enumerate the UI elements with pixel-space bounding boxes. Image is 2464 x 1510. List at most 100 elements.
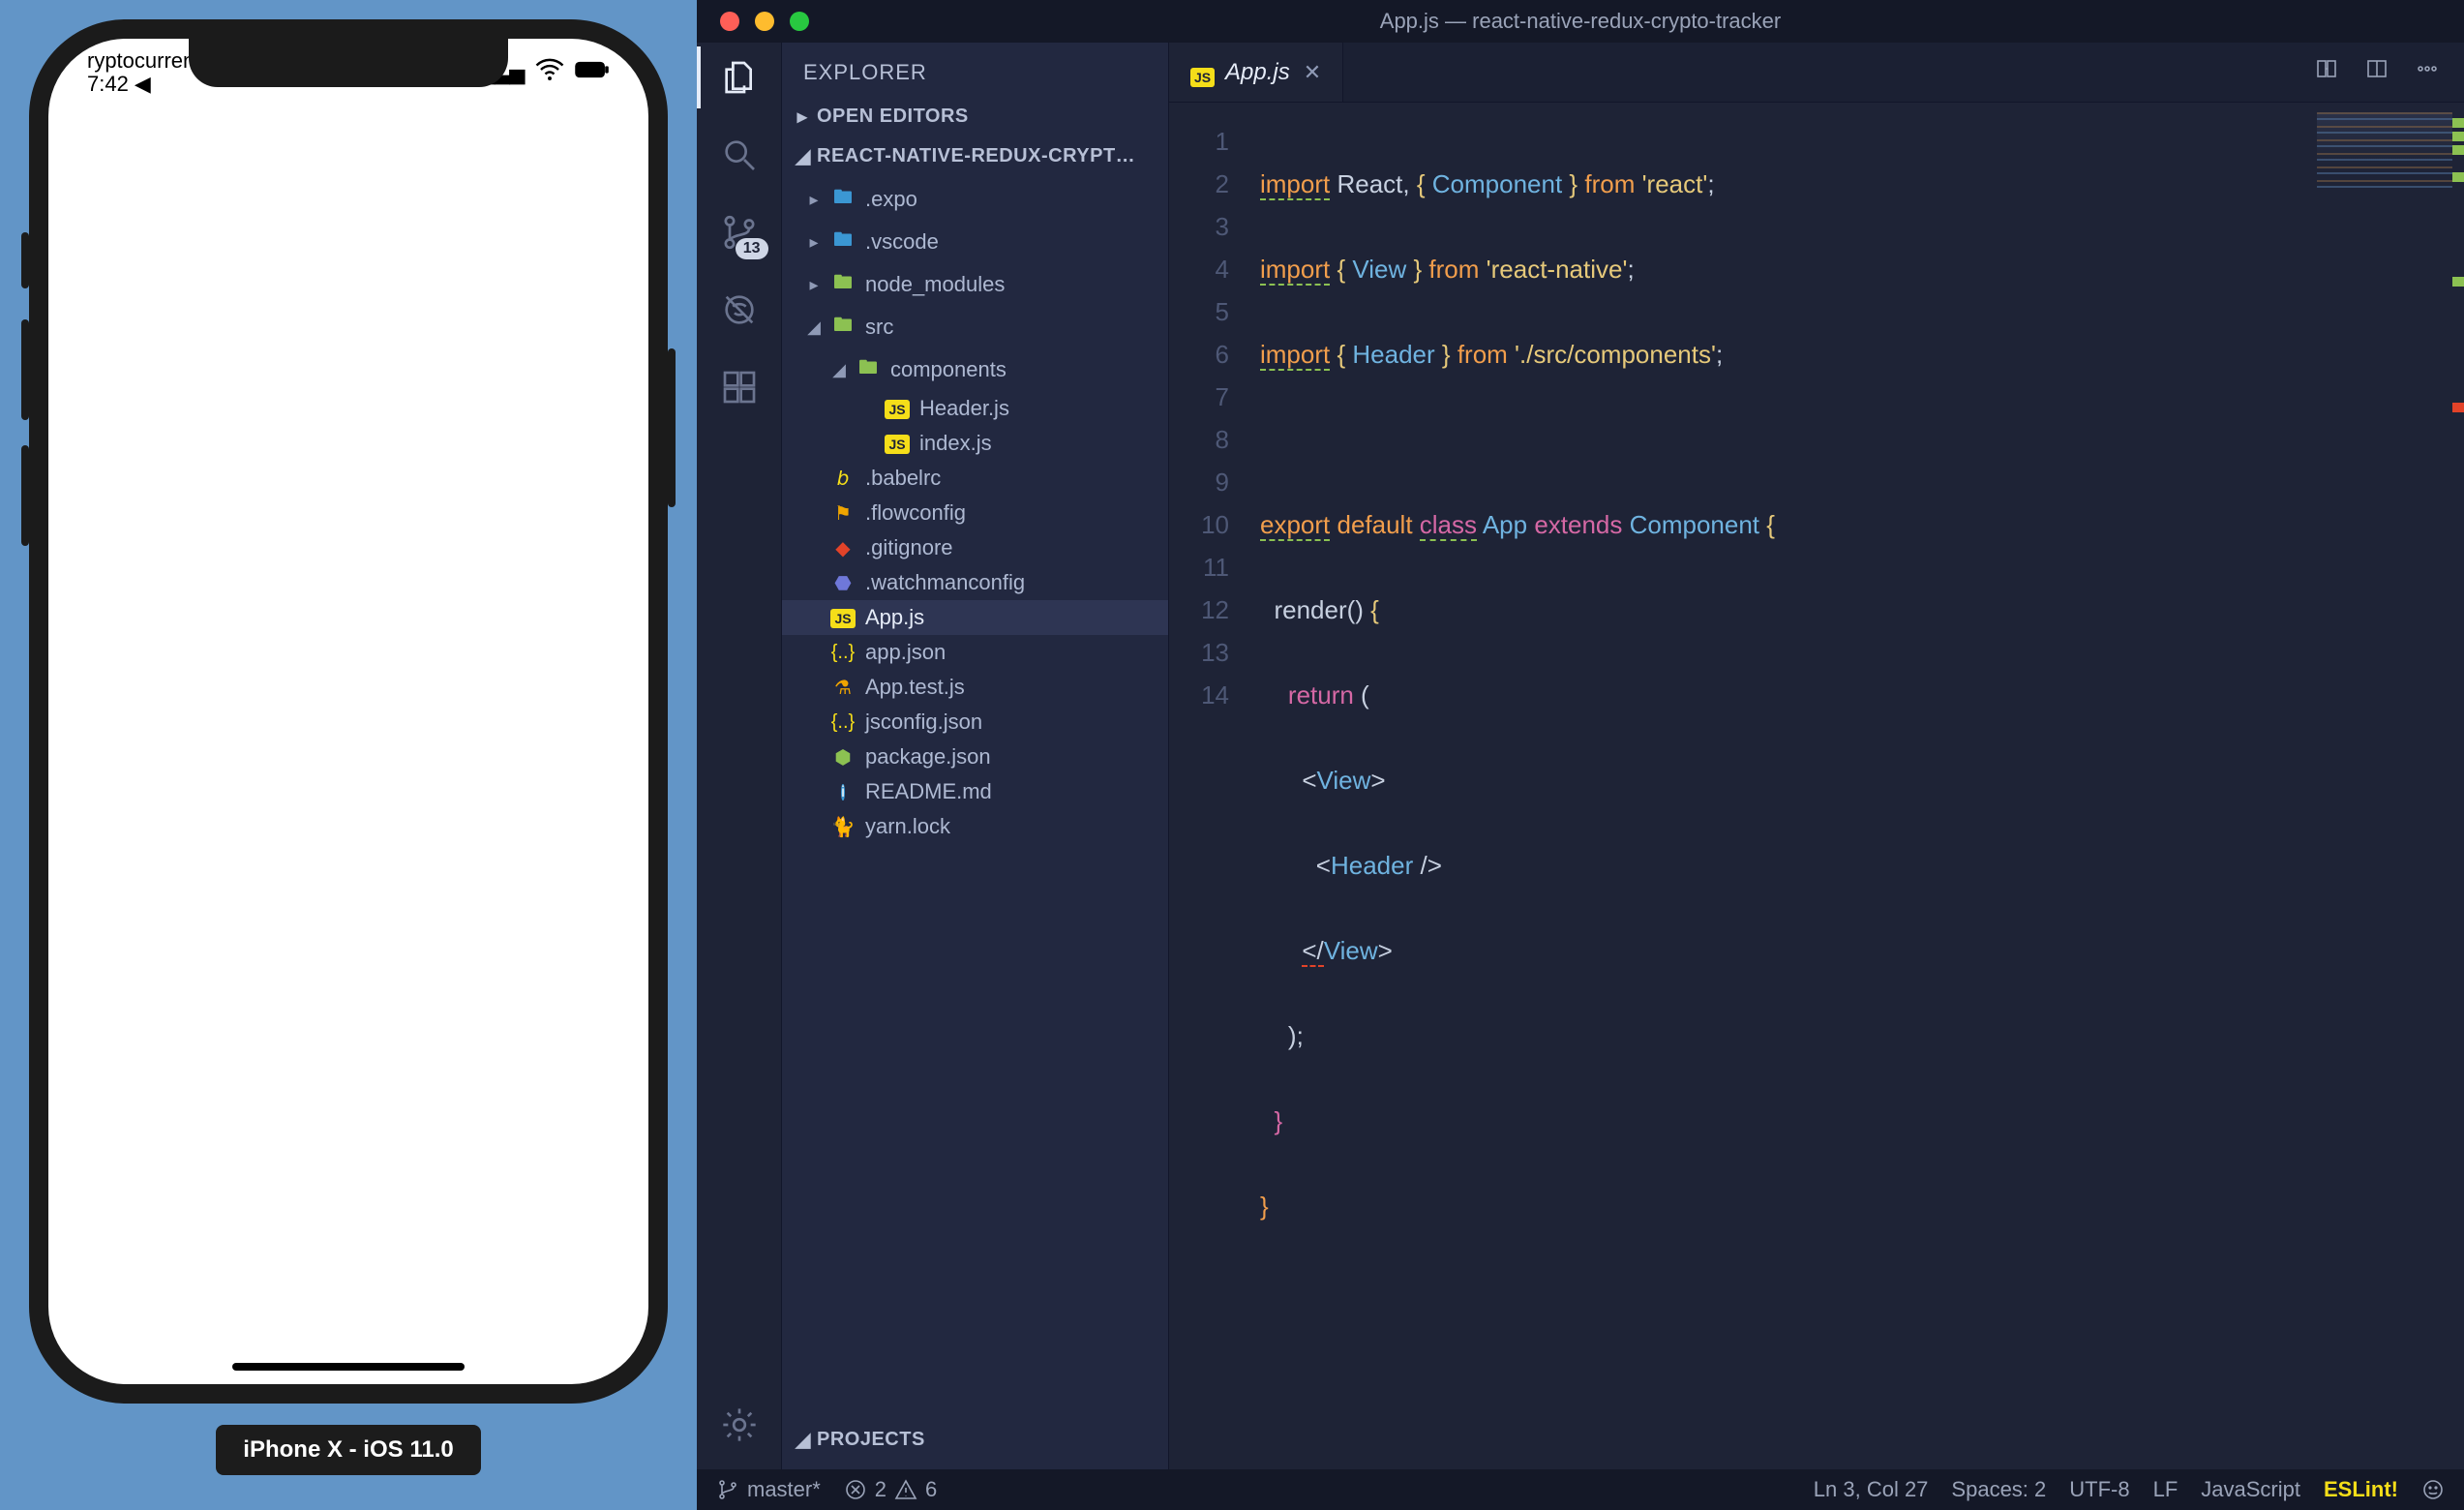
warning-count: 6: [925, 1477, 937, 1502]
flow-icon: ⚑: [830, 501, 856, 526]
file-babelrc[interactable]: 𝘣.babelrc: [782, 461, 1168, 496]
feedback-status[interactable]: [2421, 1478, 2445, 1501]
debug-activity[interactable]: [718, 288, 761, 331]
file-watchmanconfig[interactable]: ⬣ .watchmanconfig: [782, 565, 1168, 600]
folder-components[interactable]: ◢🖿components: [782, 348, 1168, 391]
phone-screen[interactable]: ryptocurren 7:42 ◀ ▁▃▅: [48, 39, 648, 1384]
overview-ruler[interactable]: [2447, 103, 2464, 1469]
encoding-status[interactable]: UTF-8: [2069, 1477, 2129, 1502]
compare-changes-icon[interactable]: [2315, 57, 2338, 87]
file-label: .expo: [865, 187, 917, 212]
scm-badge: 13: [736, 238, 768, 259]
battery-icon: [575, 52, 610, 93]
git-icon: ◆: [830, 536, 856, 560]
eslint-status[interactable]: ESLint!: [2324, 1477, 2398, 1502]
file-readme-md[interactable]: iREADME.md: [782, 774, 1168, 809]
settings-activity[interactable]: [718, 1404, 761, 1446]
editor-actions: [2315, 43, 2464, 102]
git-branch-status[interactable]: master*: [716, 1477, 821, 1502]
file-label: index.js: [919, 431, 992, 456]
code-content[interactable]: import React, { Component } from 'react'…: [1247, 103, 2464, 1469]
file-label: .watchmanconfig: [865, 570, 1025, 595]
branch-name: master*: [747, 1477, 821, 1502]
editor-group: JS App.js ✕ 1234567891011121314 import R…: [1169, 43, 2464, 1469]
folder-icon: 🖿: [856, 353, 881, 386]
language-mode-status[interactable]: JavaScript: [2201, 1477, 2300, 1502]
iphone-frame: ryptocurren 7:42 ◀ ▁▃▅: [29, 19, 668, 1404]
error-icon: [844, 1478, 867, 1501]
folder-vscode[interactable]: ▸🖿.vscode: [782, 221, 1168, 263]
chevron-down-icon: ◢: [807, 317, 821, 338]
json-icon: {..}: [830, 711, 856, 734]
minimize-window-icon[interactable]: [755, 12, 774, 31]
line-numbers: 1234567891011121314: [1169, 103, 1247, 1469]
split-editor-icon[interactable]: [2365, 57, 2389, 87]
js-icon: JS: [885, 400, 909, 419]
titlebar[interactable]: App.js — react-native-redux-crypto-track…: [697, 0, 2464, 43]
file-flowconfig[interactable]: ⚑ .flowconfig: [782, 496, 1168, 530]
tab-bar: JS App.js ✕: [1169, 43, 2464, 103]
phone-volume-down: [21, 445, 29, 546]
open-editors-section[interactable]: ▸ OPEN EDITORS: [782, 97, 1168, 136]
close-icon[interactable]: ✕: [1304, 60, 1321, 85]
warning-icon: [894, 1478, 917, 1501]
files-icon: [720, 58, 759, 97]
chevron-down-icon: ◢: [796, 1428, 809, 1452]
folder-node-modules[interactable]: ▸🖿node_modules: [782, 263, 1168, 306]
close-window-icon[interactable]: [720, 12, 739, 31]
file-package-json[interactable]: ⬢package.json: [782, 740, 1168, 774]
tab-label: App.js: [1225, 59, 1290, 86]
more-actions-icon[interactable]: [2416, 57, 2439, 87]
explorer-activity[interactable]: [718, 56, 761, 99]
projects-section[interactable]: ◢ PROJECTS: [782, 1420, 1168, 1469]
file-app-json[interactable]: {..}app.json: [782, 635, 1168, 670]
project-name-label: REACT-NATIVE-REDUX-CRYPT…: [817, 145, 1135, 167]
wifi-icon: [532, 52, 567, 93]
project-section[interactable]: ◢ REACT-NATIVE-REDUX-CRYPT…: [782, 136, 1168, 176]
scm-activity[interactable]: 13: [718, 211, 761, 254]
folder-src[interactable]: ◢🖿src: [782, 306, 1168, 348]
indentation-status[interactable]: Spaces: 2: [1951, 1477, 2046, 1502]
file-app-js[interactable]: JSApp.js: [782, 600, 1168, 635]
extensions-icon: [720, 368, 759, 407]
file-label: node_modules: [865, 272, 1005, 297]
search-icon: [720, 136, 759, 174]
file-label: src: [865, 315, 893, 340]
file-index-js[interactable]: JSindex.js: [782, 426, 1168, 461]
window-controls[interactable]: [697, 12, 809, 31]
gear-icon: [720, 1405, 759, 1444]
chevron-right-icon: ▸: [807, 232, 821, 253]
extensions-activity[interactable]: [718, 366, 761, 408]
file-label: .flowconfig: [865, 500, 966, 526]
fullscreen-window-icon[interactable]: [790, 12, 809, 31]
tab-app-js[interactable]: JS App.js ✕: [1169, 43, 1343, 102]
file-label: README.md: [865, 779, 992, 804]
file-jsconfig-json[interactable]: {..}jsconfig.json: [782, 705, 1168, 740]
simulator-device-label: iPhone X - iOS 11.0: [216, 1425, 480, 1475]
json-icon: {..}: [830, 642, 856, 664]
minimap[interactable]: [2317, 112, 2452, 190]
phone-mute-switch: [21, 232, 29, 288]
search-activity[interactable]: [718, 134, 761, 176]
code-editor[interactable]: 1234567891011121314 import React, { Comp…: [1169, 103, 2464, 1469]
projects-label: PROJECTS: [817, 1429, 925, 1451]
watchman-icon: ⬣: [830, 571, 856, 595]
file-app-test-js[interactable]: ⚗App.test.js: [782, 670, 1168, 705]
home-indicator: [232, 1363, 465, 1371]
file-header-js[interactable]: JSHeader.js: [782, 391, 1168, 426]
file-gitignore[interactable]: ◆.gitignore: [782, 530, 1168, 565]
eol-status[interactable]: LF: [2153, 1477, 2179, 1502]
file-label: yarn.lock: [865, 814, 950, 839]
error-count: 2: [875, 1477, 886, 1502]
problems-status[interactable]: 2 6: [844, 1477, 938, 1502]
cursor-position[interactable]: Ln 3, Col 27: [1814, 1477, 1929, 1502]
test-icon: ⚗: [830, 676, 856, 700]
folder-expo[interactable]: ▸🖿.expo: [782, 178, 1168, 221]
chevron-right-icon: ▸: [807, 190, 821, 210]
explorer-sidebar: EXPLORER ▸ OPEN EDITORS ◢ REACT-NATIVE-R…: [782, 43, 1169, 1469]
chevron-down-icon: ◢: [796, 144, 809, 168]
vscode-window: App.js — react-native-redux-crypto-track…: [697, 0, 2464, 1510]
file-yarn-lock[interactable]: 🐈 yarn.lock: [782, 809, 1168, 844]
yarn-icon: 🐈: [830, 815, 856, 839]
open-editors-label: OPEN EDITORS: [817, 106, 969, 128]
